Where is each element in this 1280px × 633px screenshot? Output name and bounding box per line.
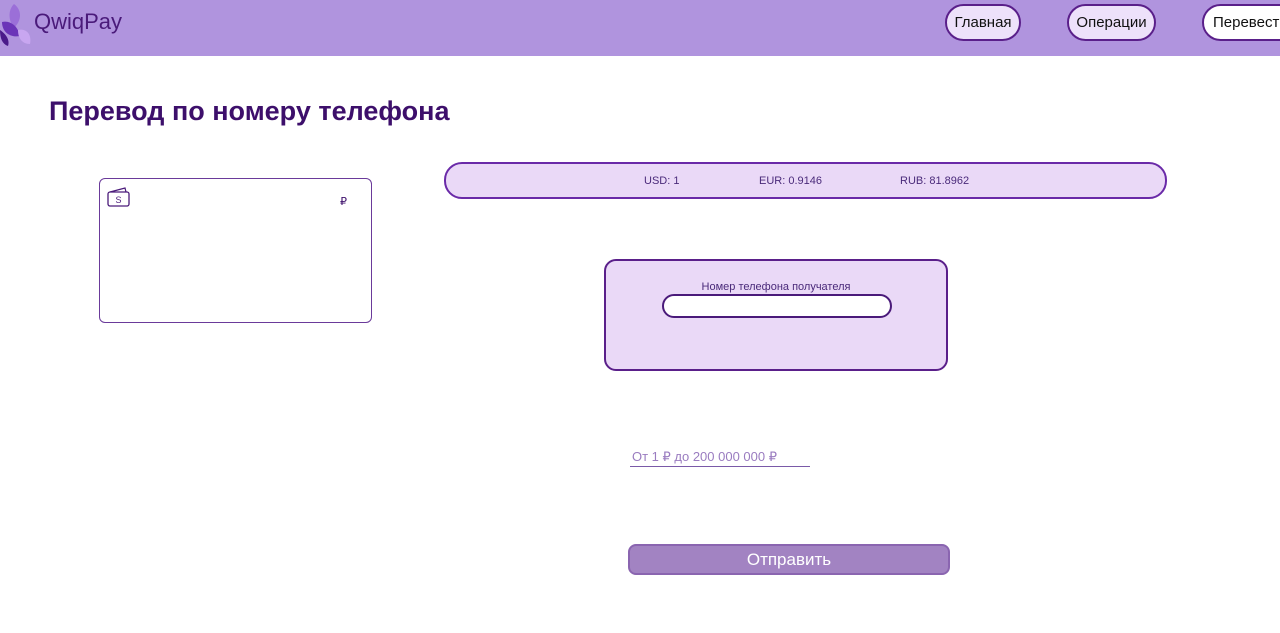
brand-name: QwiqPay (34, 9, 123, 34)
nav-home-button[interactable]: Главная (945, 4, 1021, 41)
rate-eur: EUR: 0.9146 (759, 175, 822, 187)
balance-currency: ₽ (340, 195, 347, 208)
send-button[interactable]: Отправить (628, 544, 950, 575)
page-title: Перевод по номеру телефона (49, 96, 450, 126)
amount-input[interactable] (630, 447, 810, 467)
balance-card[interactable]: S ₽ (99, 178, 372, 323)
nav-transfer-button[interactable]: Перевести (1202, 4, 1280, 41)
rate-usd: USD: 1 (644, 175, 680, 187)
phone-label: Номер телефона получателя (701, 281, 851, 293)
header: QwiqPay Главная Операции Перевести (0, 0, 1280, 56)
nav-operations-button[interactable]: Операции (1067, 4, 1156, 41)
wallet-icon: S (107, 187, 130, 207)
rate-rub: RUB: 81.8962 (900, 175, 970, 187)
exchange-rates-bar: USD: 1 EUR: 0.9146 RUB: 81.8962 (444, 162, 1167, 199)
flower-logo-icon (0, 4, 31, 46)
phone-input[interactable] (662, 294, 892, 318)
recipient-phone-panel: Номер телефона получателя (604, 259, 948, 371)
wallet-icon-letter: S (115, 195, 121, 205)
